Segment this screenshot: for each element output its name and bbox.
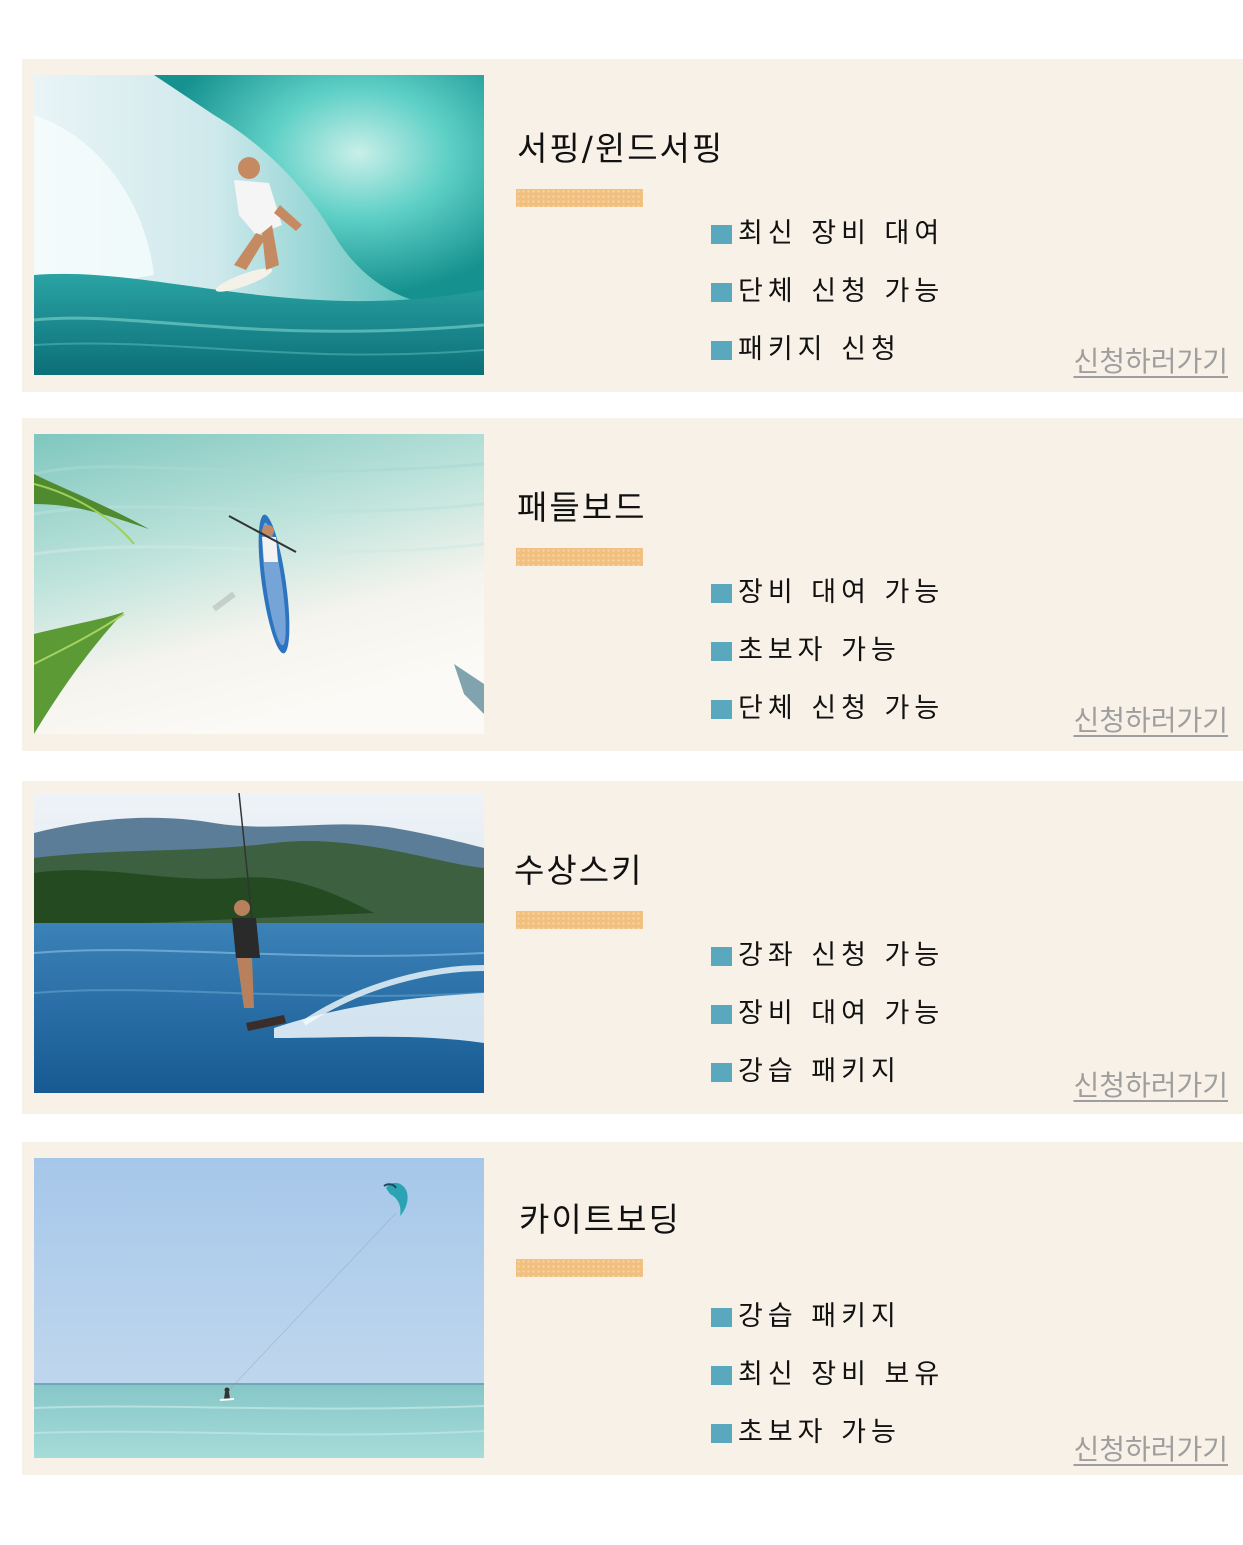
feature-text: 강습 패키지 bbox=[738, 1056, 901, 1087]
square-bullet-icon bbox=[711, 583, 732, 603]
title-underline-bar bbox=[516, 1259, 643, 1277]
apply-link[interactable]: 신청하러가기 bbox=[1073, 699, 1228, 739]
activity-title: 수상스키 bbox=[514, 851, 644, 890]
feature-item: 최신 장비 보유 bbox=[711, 1346, 944, 1404]
title-underline-bar bbox=[516, 189, 643, 207]
feature-text: 초보자 가능 bbox=[738, 635, 901, 666]
feature-item: 강습 패키지 bbox=[711, 1043, 944, 1101]
kiteboarding-photo bbox=[34, 1158, 484, 1458]
feature-text: 최신 장비 보유 bbox=[738, 1359, 945, 1390]
feature-text: 최신 장비 대여 bbox=[738, 218, 945, 249]
feature-item: 장비 대여 가능 bbox=[711, 985, 944, 1043]
feature-text: 장비 대여 가능 bbox=[738, 577, 945, 608]
apply-link[interactable]: 신청하러가기 bbox=[1073, 1428, 1228, 1468]
feature-list: 강습 패키지 최신 장비 보유 초보자 가능 bbox=[711, 1288, 944, 1462]
feature-item: 초보자 가능 bbox=[711, 622, 944, 680]
square-bullet-icon bbox=[711, 1062, 732, 1082]
square-bullet-icon bbox=[711, 282, 732, 302]
paddleboard-photo bbox=[34, 434, 484, 734]
square-bullet-icon bbox=[711, 946, 732, 966]
feature-text: 단체 신청 가능 bbox=[738, 276, 945, 307]
square-bullet-icon bbox=[711, 641, 732, 661]
square-bullet-icon bbox=[711, 699, 732, 719]
surfing-image bbox=[34, 75, 484, 375]
waterski-photo bbox=[34, 793, 484, 1093]
feature-text: 강좌 신청 가능 bbox=[738, 940, 945, 971]
activity-card-surfing: 서핑/윈드서핑 최신 장비 대여 단체 신청 가능 패키지 신청 신청하러가기 bbox=[22, 59, 1243, 392]
feature-item: 강좌 신청 가능 bbox=[711, 927, 944, 985]
square-bullet-icon bbox=[711, 340, 732, 360]
kiteboarding-image bbox=[34, 1158, 484, 1458]
feature-text: 단체 신청 가능 bbox=[738, 693, 945, 724]
feature-text: 강습 패키지 bbox=[738, 1301, 901, 1332]
paddleboard-image bbox=[34, 434, 484, 734]
square-bullet-icon bbox=[711, 1004, 732, 1024]
title-underline-bar bbox=[516, 911, 643, 929]
activity-title: 패들보드 bbox=[517, 488, 647, 527]
apply-link[interactable]: 신청하러가기 bbox=[1073, 1064, 1228, 1104]
feature-item: 장비 대여 가능 bbox=[711, 564, 944, 622]
feature-list: 최신 장비 대여 단체 신청 가능 패키지 신청 bbox=[711, 205, 944, 379]
activity-card-paddleboard: 패들보드 장비 대여 가능 초보자 가능 단체 신청 가능 신청하러가기 bbox=[22, 418, 1243, 751]
surfing-photo bbox=[34, 75, 484, 375]
activity-card-kiteboarding: 카이트보딩 강습 패키지 최신 장비 보유 초보자 가능 신청하러가기 bbox=[22, 1142, 1243, 1475]
square-bullet-icon bbox=[711, 1307, 732, 1327]
feature-list: 강좌 신청 가능 장비 대여 가능 강습 패키지 bbox=[711, 927, 944, 1101]
square-bullet-icon bbox=[711, 224, 732, 244]
feature-item: 단체 신청 가능 bbox=[711, 263, 944, 321]
square-bullet-icon bbox=[711, 1423, 732, 1443]
feature-text: 패키지 신청 bbox=[738, 334, 901, 365]
feature-item: 초보자 가능 bbox=[711, 1404, 944, 1462]
waterski-image bbox=[34, 793, 484, 1093]
feature-item: 패키지 신청 bbox=[711, 321, 944, 379]
feature-list: 장비 대여 가능 초보자 가능 단체 신청 가능 bbox=[711, 564, 944, 738]
title-underline-bar bbox=[516, 548, 643, 566]
feature-text: 장비 대여 가능 bbox=[738, 998, 945, 1029]
feature-item: 최신 장비 대여 bbox=[711, 205, 944, 263]
feature-item: 강습 패키지 bbox=[711, 1288, 944, 1346]
square-bullet-icon bbox=[711, 1365, 732, 1385]
activity-title: 서핑/윈드서핑 bbox=[517, 129, 725, 168]
activity-card-waterski: 수상스키 강좌 신청 가능 장비 대여 가능 강습 패키지 신청하러가기 bbox=[22, 781, 1243, 1114]
activity-title: 카이트보딩 bbox=[519, 1200, 681, 1239]
feature-item: 단체 신청 가능 bbox=[711, 680, 944, 738]
feature-text: 초보자 가능 bbox=[738, 1417, 901, 1448]
apply-link[interactable]: 신청하러가기 bbox=[1073, 340, 1228, 380]
